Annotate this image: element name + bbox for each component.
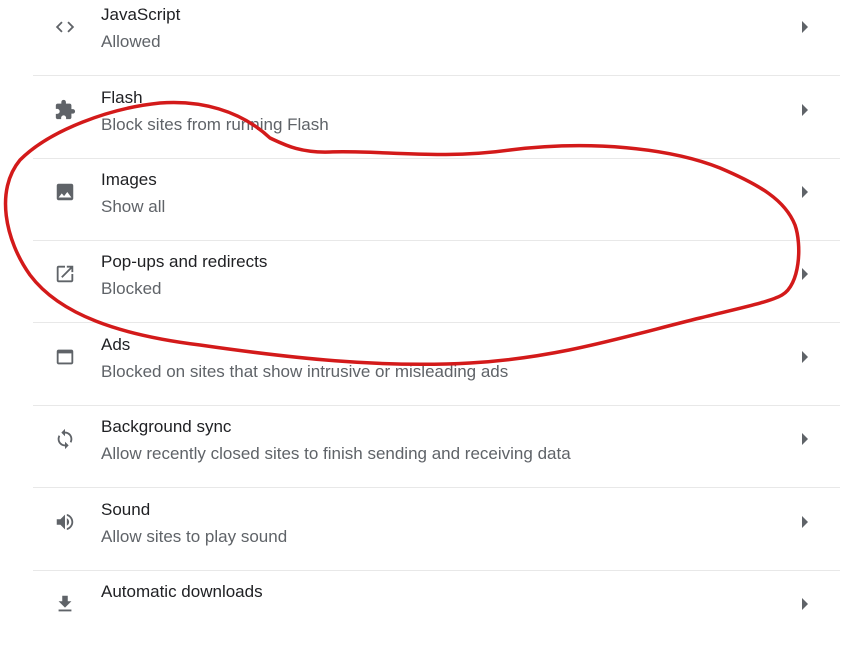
setting-title: Sound <box>101 500 151 519</box>
setting-title: Background sync <box>101 417 232 436</box>
settings-row-ads[interactable]: Ads Blocked on sites that show intrusive… <box>33 324 840 406</box>
setting-subtitle: Block sites from running Flash <box>101 115 329 134</box>
setting-title: Automatic downloads <box>101 582 263 601</box>
puzzle-icon <box>53 98 77 122</box>
chevron-right-icon <box>799 351 811 363</box>
setting-subtitle: Allow recently closed sites to finish se… <box>101 444 571 463</box>
setting-subtitle: Allow sites to play sound <box>101 527 288 546</box>
settings-row-flash[interactable]: Flash Block sites from running Flash <box>33 77 840 159</box>
code-icon <box>53 15 77 39</box>
settings-row-sound[interactable]: Sound Allow sites to play sound <box>33 489 840 571</box>
chevron-right-icon <box>799 104 811 116</box>
chevron-right-icon <box>799 598 811 610</box>
open-in-new-icon <box>53 262 77 286</box>
chevron-right-icon <box>799 268 811 280</box>
setting-subtitle: Allowed <box>101 32 161 51</box>
download-icon <box>53 592 77 616</box>
volume-icon <box>53 510 77 534</box>
settings-row-images[interactable]: Images Show all <box>33 159 840 241</box>
setting-subtitle: Show all <box>101 197 166 216</box>
setting-title: Ads <box>101 335 131 354</box>
setting-title: Pop-ups and redirects <box>101 252 268 271</box>
settings-row-javascript[interactable]: JavaScript Allowed <box>33 0 840 76</box>
setting-subtitle: Blocked <box>101 279 162 298</box>
setting-title: JavaScript <box>101 5 181 24</box>
chevron-right-icon <box>799 186 811 198</box>
sync-icon <box>53 427 77 451</box>
settings-row-background-sync[interactable]: Background sync Allow recently closed si… <box>33 406 840 488</box>
chevron-right-icon <box>799 21 811 33</box>
setting-title: Flash <box>101 88 143 107</box>
setting-title: Images <box>101 170 157 189</box>
setting-subtitle: Blocked on sites that show intrusive or … <box>101 362 509 381</box>
web-asset-icon <box>53 345 77 369</box>
settings-row-automatic-downloads[interactable]: Automatic downloads <box>33 571 840 653</box>
chevron-right-icon <box>799 433 811 445</box>
chevron-right-icon <box>799 516 811 528</box>
settings-row-popups[interactable]: Pop-ups and redirects Blocked <box>33 241 840 323</box>
image-icon <box>53 180 77 204</box>
